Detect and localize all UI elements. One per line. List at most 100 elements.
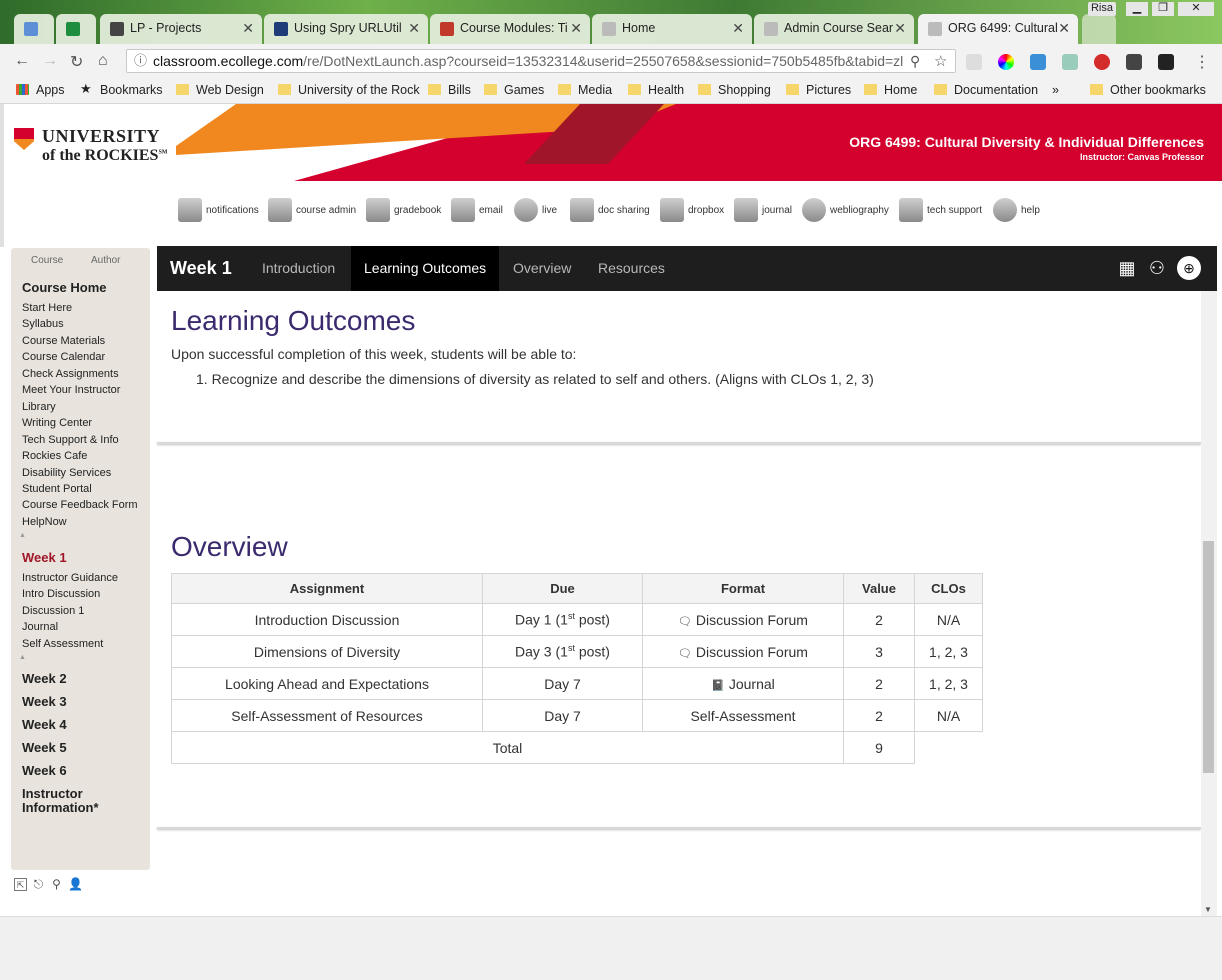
pinterest-icon[interactable] (1094, 54, 1110, 70)
tab-org6499[interactable]: ORG 6499: Cultural ✕ (918, 14, 1078, 46)
bookmark-other[interactable]: Other bookmarks (1090, 83, 1206, 97)
bookmark-media[interactable]: Media (558, 83, 612, 97)
amazon-icon[interactable] (1158, 54, 1174, 70)
tool-tech-support[interactable]: tech support (899, 198, 982, 224)
nav-week-6[interactable]: Week 6 (22, 763, 67, 778)
tool-webliography[interactable]: webliography (802, 198, 889, 224)
nav-course-feedback[interactable]: Course Feedback Form (22, 499, 138, 511)
nav-intro-discussion[interactable]: Intro Discussion (22, 588, 100, 600)
bookmark-shopping[interactable]: Shopping (698, 83, 771, 97)
tool-email[interactable]: email (451, 198, 503, 224)
nav-course-home[interactable]: Course Home (22, 280, 107, 295)
tab-course-modules[interactable]: Course Modules: Ti ✕ (430, 14, 590, 46)
close-tab-icon[interactable]: ✕ (408, 20, 420, 37)
zoom-icon[interactable]: ⚲ (910, 53, 920, 70)
address-bar[interactable]: ⓘ classroom.ecollege.com/re/DotNextLaunc… (126, 49, 956, 73)
tool-dropbox[interactable]: dropbox (660, 198, 724, 224)
bookmark-star-icon[interactable]: ☆ (934, 52, 947, 70)
university-logo[interactable]: UNIVERSITY of the ROCKIESSM (14, 126, 167, 165)
nav-instructor-info-2[interactable]: Information* (22, 800, 99, 815)
search-extension-icon[interactable] (966, 54, 982, 70)
bookmark-web-design[interactable]: Web Design (176, 83, 264, 97)
close-tab-icon[interactable]: ✕ (570, 20, 582, 37)
nav-student-portal[interactable]: Student Portal (22, 483, 92, 495)
help-people-icon[interactable]: ⚇ (1145, 254, 1169, 282)
tool-gradebook[interactable]: gradebook (366, 198, 441, 224)
nav-week-4[interactable]: Week 4 (22, 717, 67, 732)
bookmark-home[interactable]: Home (864, 83, 917, 97)
tab-author[interactable]: Author (91, 255, 120, 266)
nav-discussion-1[interactable]: Discussion 1 (22, 605, 84, 617)
bookmark-pictures[interactable]: Pictures (786, 83, 851, 97)
nav-library[interactable]: Library (22, 401, 56, 413)
nav-tech-support[interactable]: Tech Support & Info (22, 434, 119, 446)
tab-spry[interactable]: Using Spry URLUtil ✕ (264, 14, 428, 46)
close-tab-icon[interactable]: ✕ (1058, 20, 1070, 37)
tab-learning-outcomes[interactable]: Learning Outcomes (351, 246, 500, 291)
new-tab-button[interactable] (1082, 14, 1116, 46)
screenshot-icon[interactable] (1062, 54, 1078, 70)
zoom-in-icon[interactable]: ⊕ (1177, 256, 1201, 280)
nav-writing-center[interactable]: Writing Center (22, 417, 92, 429)
nav-week-2[interactable]: Week 2 (22, 671, 67, 686)
reload-icon[interactable]: ↻ (70, 52, 83, 72)
search-icon[interactable]: ⚲ (50, 878, 63, 891)
tool-live[interactable]: live (514, 198, 557, 224)
close-tab-icon[interactable]: ✕ (732, 20, 744, 37)
tab-home[interactable]: Home ✕ (592, 14, 752, 46)
bookmark-bills[interactable]: Bills (428, 83, 471, 97)
nav-helpnow[interactable]: HelpNow (22, 516, 67, 528)
tab-admin-course[interactable]: Admin Course Sear ✕ (754, 14, 914, 46)
back-icon[interactable]: ← (14, 52, 30, 70)
menu-icon[interactable]: ⋮ (1194, 52, 1210, 72)
tab-overview[interactable]: Overview (500, 246, 584, 291)
nav-course-materials[interactable]: Course Materials (22, 335, 105, 347)
bookmarks-overflow[interactable]: » (1052, 83, 1059, 97)
nav-week-3[interactable]: Week 3 (22, 694, 67, 709)
nav-instructor-info[interactable]: Instructor (22, 786, 83, 801)
scrollbar-thumb[interactable] (1203, 541, 1214, 773)
scroll-down-icon[interactable]: ▼ (1204, 905, 1212, 914)
nav-meet-instructor[interactable]: Meet Your Instructor (22, 384, 120, 396)
tool-doc-sharing[interactable]: doc sharing (570, 198, 650, 224)
minimize-icon[interactable]: ▁ (1126, 2, 1148, 16)
color-picker-icon[interactable] (998, 54, 1014, 70)
maximize-icon[interactable]: ❐ (1152, 2, 1174, 16)
bookmark-health[interactable]: Health (628, 83, 684, 97)
tool-journal[interactable]: journal (734, 198, 792, 224)
exit-icon[interactable]: ⎋ (32, 878, 45, 891)
nav-week-5[interactable]: Week 5 (22, 740, 67, 755)
nav-instructor-guidance[interactable]: Instructor Guidance (22, 572, 118, 584)
tab-pinned-2[interactable] (56, 14, 96, 46)
lightbulb-icon[interactable] (1126, 54, 1142, 70)
user-icon[interactable]: 👤 (68, 878, 83, 891)
tab-lp-projects[interactable]: LP - Projects ✕ (100, 14, 262, 46)
bookmark-games[interactable]: Games (484, 83, 544, 97)
forward-icon[interactable]: → (42, 52, 58, 70)
nav-syllabus[interactable]: Syllabus (22, 318, 64, 330)
nav-course-calendar[interactable]: Course Calendar (22, 351, 105, 363)
bookmark-documentation[interactable]: Documentation (934, 83, 1038, 97)
bookmark-university[interactable]: University of the Rock (278, 83, 420, 97)
tool-notifications[interactable]: notifications (178, 198, 259, 224)
skype-icon[interactable] (1030, 54, 1046, 70)
nav-disability-services[interactable]: Disability Services (22, 467, 111, 479)
calendar-icon[interactable]: ▦ (1115, 254, 1139, 282)
tool-course-admin[interactable]: course admin (268, 198, 356, 224)
nav-check-assignments[interactable]: Check Assignments (22, 368, 119, 380)
nav-self-assessment[interactable]: Self Assessment (22, 638, 103, 650)
collapse-icon[interactable]: ▲ (19, 532, 26, 539)
nav-start-here[interactable]: Start Here (22, 302, 72, 314)
close-tab-icon[interactable]: ✕ (242, 20, 254, 37)
expand-icon[interactable]: ⇱ (14, 878, 27, 891)
bookmark-apps[interactable]: Apps (16, 83, 65, 97)
profile-button[interactable]: Risa (1088, 2, 1116, 16)
tab-introduction[interactable]: Introduction (249, 246, 348, 291)
nav-week-1[interactable]: Week 1 (22, 550, 67, 565)
nav-journal[interactable]: Journal (22, 621, 58, 633)
home-icon[interactable]: ⌂ (98, 52, 108, 70)
collapse-icon[interactable]: ▲ (19, 654, 26, 661)
bookmark-bookmarks[interactable]: ★ Bookmarks (80, 81, 163, 97)
close-tab-icon[interactable]: ✕ (894, 20, 906, 37)
close-window-icon[interactable]: ✕ (1178, 2, 1214, 16)
